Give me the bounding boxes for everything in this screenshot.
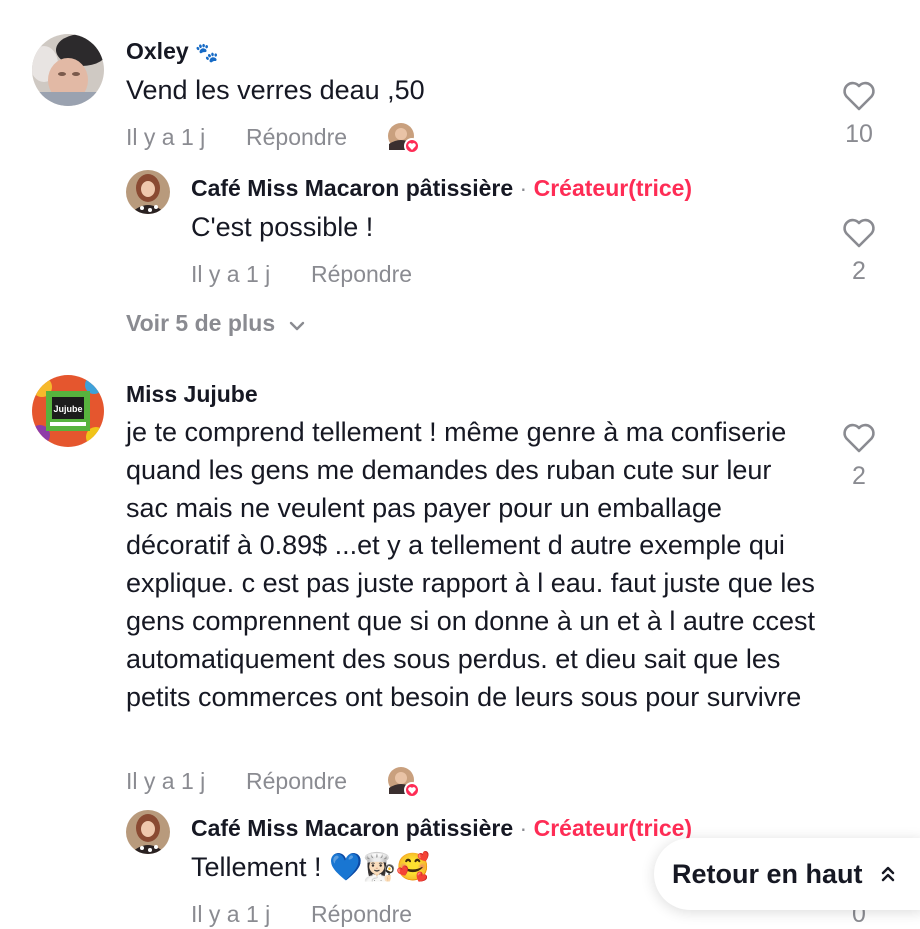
reply-username[interactable]: Café Miss Macaron pâtissière — [191, 815, 513, 841]
like-count: 10 — [845, 120, 873, 148]
reply-author: Café Miss Macaron pâtissière · Créateur(… — [191, 175, 692, 202]
reply-timestamp: Il y a 1 j — [191, 261, 271, 287]
reply-text: Tellement ! 💙👩🏻‍🍳🥰 — [191, 852, 430, 882]
back-to-top-button[interactable]: Retour en haut — [654, 838, 920, 910]
reply-button[interactable]: Répondre — [311, 901, 412, 928]
avatar[interactable] — [32, 34, 104, 106]
reply-button[interactable]: Répondre — [246, 768, 347, 795]
comment-oxley: Oxley 🐾 Vend les verres deau ,50 Il y a … — [0, 0, 920, 350]
reply-timestamp: Il y a 1 j — [191, 901, 271, 927]
comment-timestamp: Il y a 1 j — [126, 768, 206, 794]
paw-icon: 🐾 — [195, 43, 219, 64]
reply-username[interactable]: Café Miss Macaron pâtissière — [191, 175, 513, 201]
separator-dot: · — [519, 175, 528, 201]
view-more-label: Voir 5 de plus — [126, 310, 276, 336]
creator-avatar[interactable] — [126, 170, 170, 214]
creator-label: Créateur(trice) — [533, 175, 693, 201]
comment-username[interactable]: Miss Jujube — [126, 381, 258, 408]
like-heart-icon[interactable] — [842, 422, 876, 459]
comment-text: je te comprend tellement ! même genre à … — [126, 417, 815, 712]
reply-text: C'est possible ! — [191, 212, 374, 242]
creator-avatar[interactable] — [126, 810, 170, 854]
like-count: 2 — [852, 462, 866, 490]
reply-button[interactable]: Répondre — [246, 124, 347, 151]
comment-username[interactable]: Oxley 🐾 — [126, 38, 219, 65]
reply-button[interactable]: Répondre — [311, 261, 412, 288]
double-chevron-up-icon — [879, 863, 897, 885]
creator-label: Créateur(trice) — [533, 815, 693, 841]
username-text: Oxley — [126, 38, 189, 64]
like-heart-icon[interactable] — [842, 80, 876, 117]
separator-dot: · — [519, 815, 528, 841]
creator-liked-badge — [386, 122, 420, 154]
view-more-replies-button[interactable]: Voir 5 de plus — [126, 310, 306, 338]
reply-author: Café Miss Macaron pâtissière · Créateur(… — [191, 815, 692, 842]
creator-liked-badge — [386, 766, 420, 798]
like-count: 2 — [852, 257, 866, 285]
avatar[interactable]: Jujube — [32, 375, 104, 447]
chevron-down-icon — [288, 311, 306, 338]
comment-timestamp: Il y a 1 j — [126, 124, 206, 150]
comment-text: Vend les verres deau ,50 — [126, 75, 425, 105]
avatar-logo-text: Jujube — [53, 404, 82, 414]
like-heart-icon[interactable] — [842, 217, 876, 254]
back-to-top-label: Retour en haut — [672, 858, 863, 889]
